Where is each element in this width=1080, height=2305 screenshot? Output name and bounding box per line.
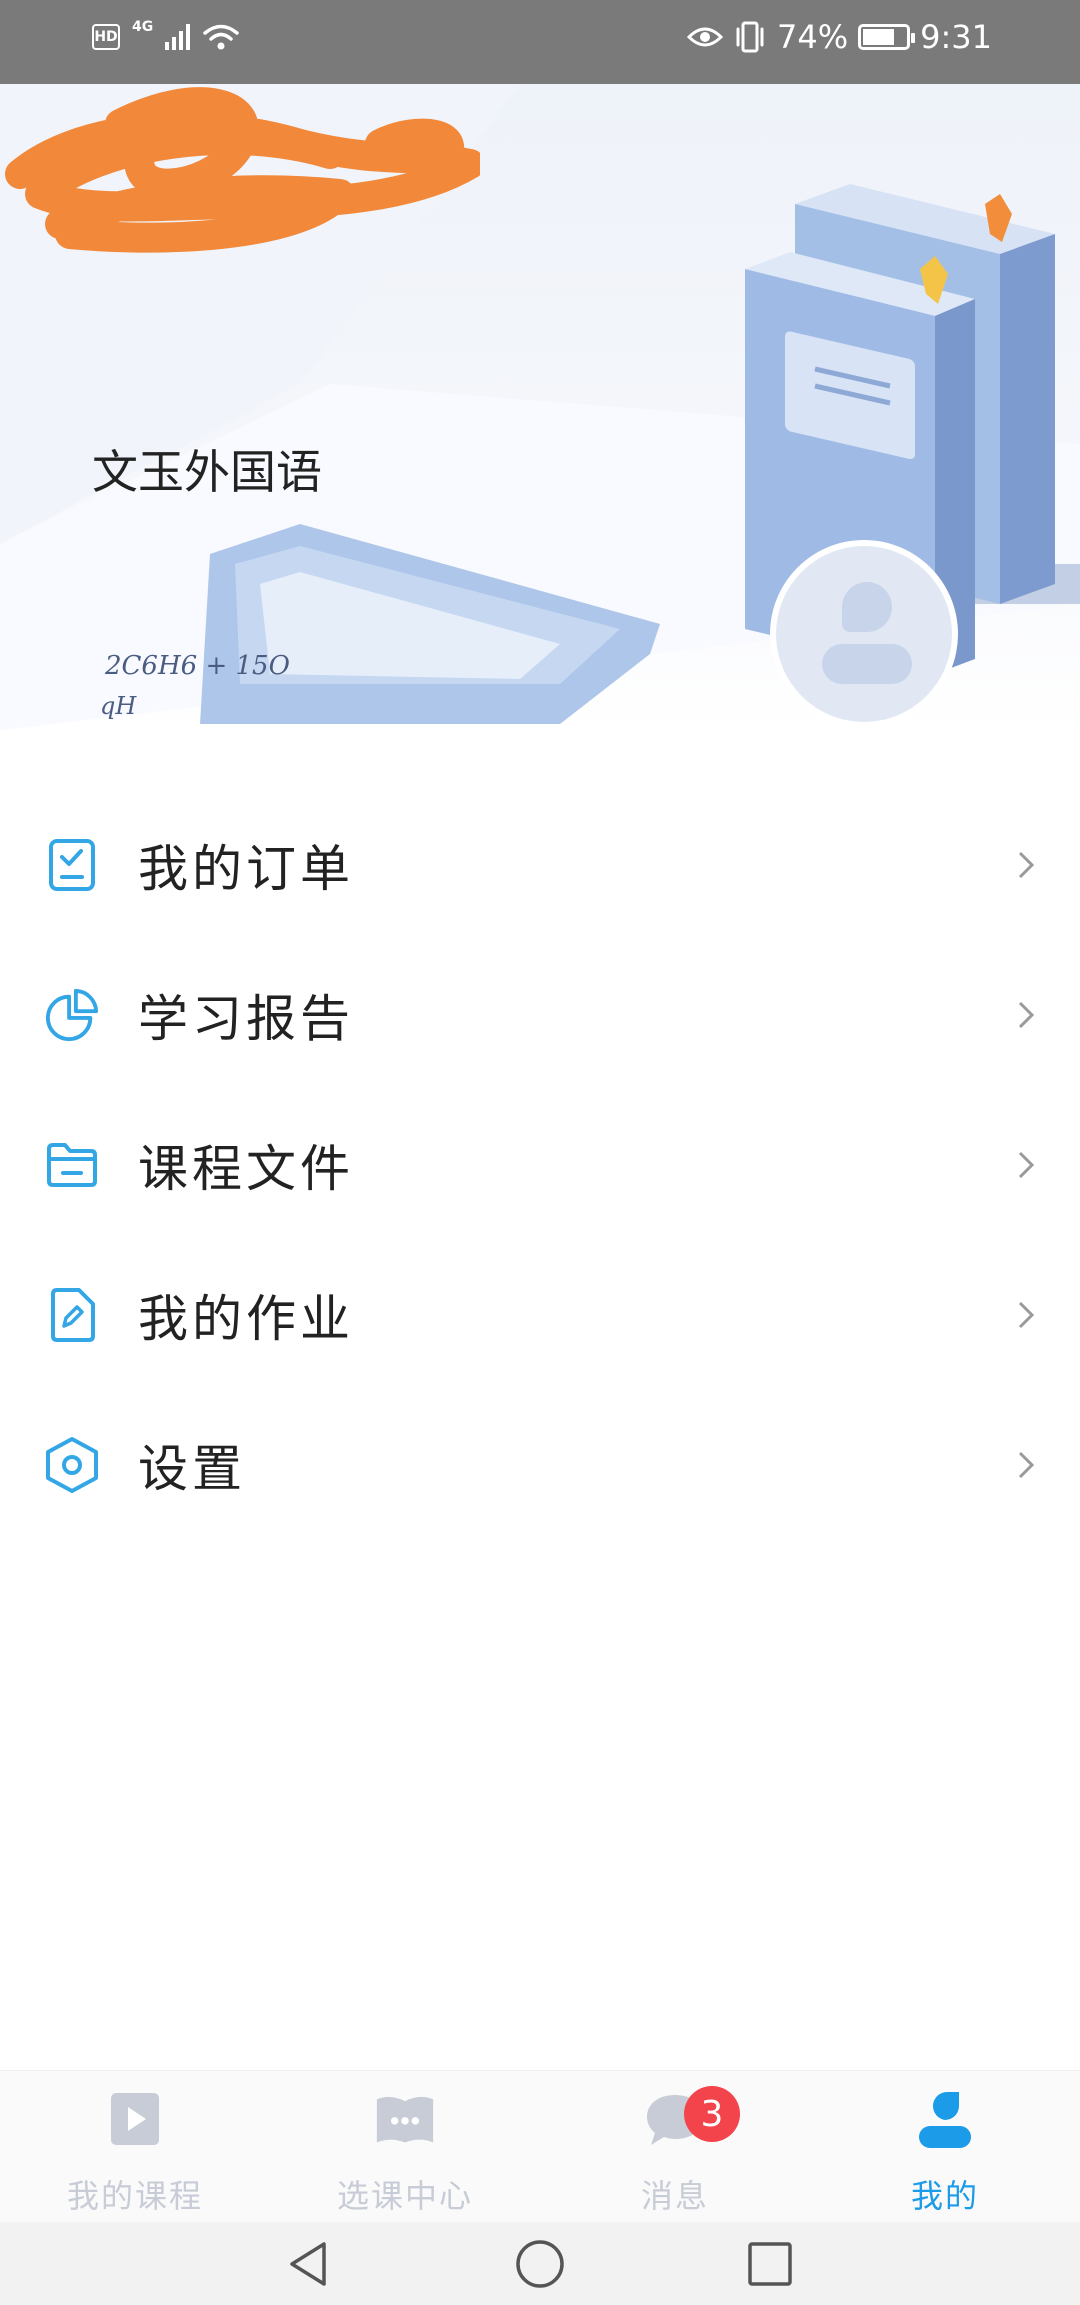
settings-hexagon-icon [44,1437,100,1493]
clock: 9:31 [920,18,992,56]
tab-messages[interactable]: 消息 [540,2071,810,2222]
menu-item-settings[interactable]: 设置 [0,1390,1080,1540]
chevron-right-icon [1018,1451,1035,1479]
hd-icon: HD [92,24,120,50]
chevron-right-icon [1018,1001,1035,1029]
vibrate-icon [736,21,764,53]
menu-item-label: 课程文件 [138,1140,354,1198]
wifi-icon [203,24,239,50]
status-right: 74% 9:31 [687,18,992,56]
battery-icon [858,24,916,50]
menu-item-label: 我的订单 [138,840,354,898]
redaction-scribble [5,87,480,253]
tab-label: 我的 [910,2177,979,2215]
play-course-icon [105,2089,165,2149]
eye-icon [687,27,724,47]
tab-label: 我的课程 [66,2177,203,2215]
tab-label: 消息 [640,2177,709,2215]
formula-doodle-2: qH [100,692,137,720]
network-type: 4G [132,19,154,35]
profile-header: 2C6H6 + 15O qH 文玉外国语 [0,84,1080,730]
menu-item-homework[interactable]: 我的作业 [0,1240,1080,1390]
signal-icon [165,24,191,50]
user-icon [915,2089,975,2149]
order-clipboard-icon [44,837,100,893]
tab-mine[interactable]: 我的 [810,2071,1080,2222]
user-avatar-icon [776,546,952,722]
school-name: 文玉外国语 [92,445,322,499]
folder-icon [44,1137,100,1193]
tab-label: 选课中心 [336,2177,473,2215]
chevron-right-icon [1018,1301,1035,1329]
chevron-right-icon [1018,851,1035,879]
menu-item-label: 设置 [138,1440,246,1498]
menu-item-report[interactable]: 学习报告 [0,940,1080,1090]
status-bar: HD 4G 74% 9:31 [0,0,1080,84]
chevron-right-icon [1018,1151,1035,1179]
homework-pencil-icon [44,1287,100,1343]
back-triangle-icon[interactable] [282,2236,338,2292]
menu-item-orders[interactable]: 我的订单 [0,790,1080,940]
book-dots-icon [375,2089,435,2149]
tab-my-courses[interactable]: 我的课程 [0,2071,270,2222]
recents-square-icon[interactable] [742,2236,798,2292]
home-circle-icon[interactable] [512,2236,568,2292]
battery-fill [863,29,895,45]
tab-course-center[interactable]: 选课中心 [270,2071,540,2222]
battery-percent: 74% [777,18,849,56]
avatar[interactable] [770,540,958,728]
bottom-tab-bar: 我的课程 选课中心 消息 我的 3 [0,2070,1080,2222]
menu-item-label: 学习报告 [138,990,354,1048]
menu-item-files[interactable]: 课程文件 [0,1090,1080,1240]
profile-menu: 我的订单 学习报告 课程文件 我的作业 设置 [0,790,1080,1540]
formula-doodle: 2C6H6 + 15O [104,651,290,681]
message-badge: 3 [684,2086,740,2142]
menu-item-label: 我的作业 [138,1290,354,1348]
system-nav-bar [0,2222,1080,2305]
pie-chart-icon [44,987,100,1043]
status-left: HD 4G [92,19,240,52]
